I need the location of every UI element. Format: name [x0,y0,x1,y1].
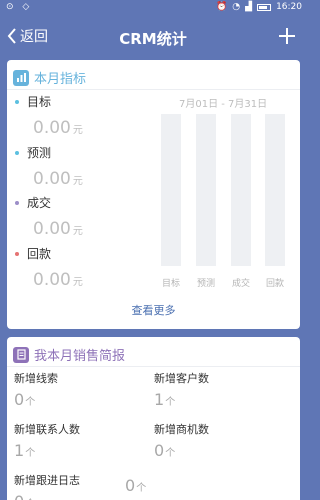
stat-value: 0 [14,390,25,409]
metric-value: 0.00 [33,270,71,290]
back-button[interactable]: 返回 [6,26,48,46]
metric-unit: 元 [72,176,83,187]
metric-forecast: 预测 0.00 元 [15,144,145,189]
stat-new-contacts[interactable]: 新增联系人数 1个 [14,421,144,460]
stat-new-customers[interactable]: 新增客户数 1个 [154,370,284,409]
stat-label: 新增商机数 [154,423,209,436]
stat-new-leads[interactable]: 新增线索 0个 [14,370,144,409]
stat-unit: 个 [165,448,176,459]
sales-brief-header: 我本月销售简报 [13,345,125,364]
stat-unit: 个 [25,448,36,459]
stat-extra[interactable]: 0个 [125,472,255,495]
monthly-target-title: 本月指标 [34,72,87,87]
battery-icon [257,3,272,11]
metric-deal: 成交 0.00 元 [15,194,145,239]
metric-value: 0.00 [33,169,71,189]
alarm-icon: ⏰ [216,2,228,12]
metric-label: 预测 [27,146,52,160]
stat-value: 0 [125,476,136,495]
view-more-link[interactable]: 查看更多 [7,302,300,318]
report-icon [13,346,29,363]
wifi-icon: ◔ [232,2,241,12]
stat-unit: 个 [25,397,36,408]
monthly-target-header: 本月指标 [13,68,86,87]
signal-icon: ▟ [245,2,253,12]
dot-icon [15,200,19,205]
status-bar: ⊙ ◇ ⏰ ◔ ▟ 16:20 [0,0,306,16]
metric-label: 回款 [27,247,52,261]
metric-label: 目标 [27,95,52,109]
sales-brief-card: 我本月销售简报 新增线索 0个 新增客户数 1个 新增联系人数 1个 新增商机数… [7,337,300,500]
bar-label: 预测 [196,279,215,289]
divider [7,89,300,90]
metric-value: 0.00 [33,118,71,138]
bar-payment [265,114,285,266]
bar-label: 目标 [161,279,180,289]
stat-value: 1 [154,390,165,409]
bar-target [161,114,181,266]
stat-label: 新增联系人数 [14,423,80,436]
bar-label: 回款 [265,279,284,289]
stat-label: 新增线索 [14,372,58,385]
metric-value: 0.00 [33,219,71,239]
dot-icon [15,150,19,155]
divider [7,366,300,367]
stat-value: 0 [14,492,24,500]
metric-label: 成交 [27,196,52,210]
metric-payment: 回款 0.00 元 [15,245,145,290]
metric-unit: 元 [72,277,83,288]
stat-new-opportunities[interactable]: 新增商机数 0个 [154,421,284,460]
status-right: ⏰ ◔ ▟ 16:20 [216,2,302,12]
stat-value: 0 [154,441,165,460]
dot-icon [15,99,19,104]
metric-unit: 元 [72,125,83,136]
metric-unit: 元 [72,226,83,237]
title-bar: 返回 CRM统计 [0,16,306,58]
metric-target: 目标 0.00 元 [15,93,145,138]
stat-label: 新增客户数 [154,372,209,385]
stat-value: 1 [14,441,25,460]
add-icon[interactable] [276,25,298,47]
stat-unit: 个 [136,483,147,494]
chart-icon [13,69,29,86]
bar-forecast [196,114,216,266]
dot-icon [15,251,19,256]
status-time: 16:20 [276,2,302,12]
date-range: 7月01日 - 7月31日 [179,99,268,110]
back-label: 返回 [20,29,48,45]
stat-unit: 个 [165,397,176,408]
status-left-icons: ⊙ ◇ [6,2,33,12]
bar-deal [231,114,251,266]
sales-brief-title: 我本月销售简报 [34,349,126,364]
chevron-left-icon [7,28,16,44]
bar-label: 成交 [231,279,250,289]
monthly-target-card: 本月指标 目标 0.00 元 预测 0.00 元 成交 0.00 元 回款 0.00 元… [7,60,300,329]
